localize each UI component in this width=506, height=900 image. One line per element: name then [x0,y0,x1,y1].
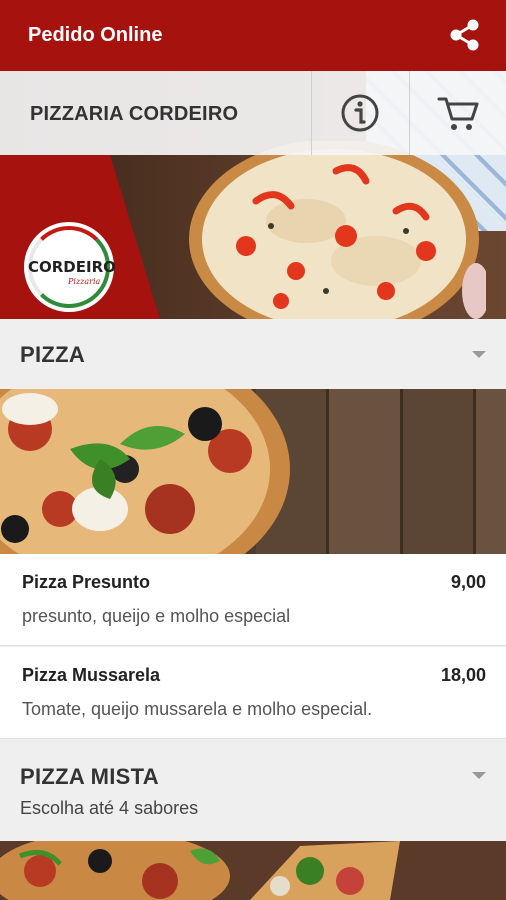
item-description: Tomate, queijo mussarela e molho especia… [22,699,373,719]
category-banner-pizza [0,389,506,554]
hero-pizza-image [189,141,486,319]
category-banner-pizza-mista [0,841,506,900]
category-title: PIZZA MISTA [20,764,159,789]
store-header: PIZZARIA CORDEIRO CORDEIRO Pizzaria [0,71,506,319]
logo-subtitle: Pizzaria [68,277,101,286]
menu-item[interactable]: Pizza Presunto 9,00 presunto, queijo e m… [0,554,506,646]
cart-icon[interactable] [409,71,506,155]
chevron-down-icon[interactable] [472,772,486,779]
pizza-mista-banner-image [0,841,506,900]
item-description: presunto, queijo e molho especial [22,606,291,626]
app-title: Pedido Online [28,24,163,46]
pizza-banner-image [0,389,290,554]
category-title: PIZZA [20,342,86,367]
store-logo: CORDEIRO Pizzaria [21,219,117,315]
category-header-pizza-mista[interactable]: PIZZA MISTA Escolha até 4 sabores [0,739,506,841]
store-name: PIZZARIA CORDEIRO [30,103,239,125]
menu-item[interactable]: Pizza Mussarela 18,00 Tomate, queijo mus… [0,647,506,739]
item-price: 9,00 [450,572,486,592]
item-price: 18,00 [440,665,486,685]
item-name: Pizza Mussarela [22,665,161,685]
app-bar: Pedido Online [0,0,506,71]
item-name: Pizza Presunto [22,572,151,592]
store-bar: PIZZARIA CORDEIRO [0,71,506,155]
share-icon[interactable] [446,16,484,54]
logo-wordmark: CORDEIRO [28,258,116,276]
category-header-pizza[interactable]: PIZZA [0,319,506,389]
chevron-down-icon[interactable] [472,351,486,358]
info-icon[interactable] [311,71,409,155]
category-hint: Escolha até 4 sabores [20,798,199,818]
